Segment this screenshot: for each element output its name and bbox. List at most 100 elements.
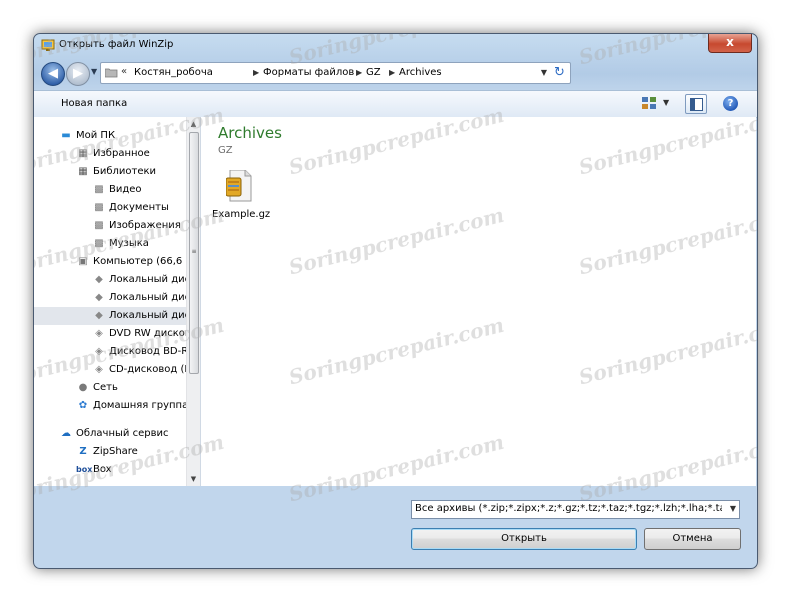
folder-title: Archives — [218, 124, 282, 142]
sidebar-item-label: DVD RW дисков — [109, 328, 191, 339]
star-icon: ▦ — [78, 148, 88, 159]
back-button[interactable]: ◀ — [41, 62, 65, 86]
file-list-area[interactable]: Archives GZ Example.gz — [201, 117, 756, 486]
file-name: Example.gz — [212, 209, 271, 220]
sidebar-item-label: Музыка — [109, 238, 149, 249]
sidebar-item[interactable]: ◈ DVD RW дисков — [34, 325, 191, 343]
sidebar-item[interactable]: ◈ Дисковод BD-R( — [34, 343, 192, 361]
sidebar-item-label: Домашняя группа — [93, 400, 189, 411]
computer-icon: ▬ — [61, 130, 71, 141]
pictures-library-icon: ▩ — [94, 220, 104, 231]
file-type-filter-value: Все архивы (*.zip;*.zipx;*.z;*.gz;*.tz;*… — [415, 503, 722, 514]
breadcrumb-item[interactable]: GZ — [366, 67, 381, 78]
navigation-scrollbar[interactable]: ▲ ≡ ▼ — [186, 117, 200, 486]
sidebar-item[interactable]: ◆ Локальный дис — [34, 307, 191, 325]
local-disk-icon: ◆ — [95, 310, 103, 321]
video-library-icon: ▩ — [94, 184, 104, 195]
computer-drive-icon: ▣ — [78, 256, 88, 267]
sidebar-item[interactable]: box Box — [34, 461, 188, 479]
sidebar-item-label: Облачный сервис — [76, 428, 169, 439]
sidebar-item-label: Локальный дис — [109, 292, 191, 303]
sidebar-item-label: Локальный дис — [109, 310, 191, 321]
folder-location-icon — [105, 68, 118, 78]
sidebar-item-label: Библиотеки — [93, 166, 157, 177]
preview-pane-button[interactable] — [685, 94, 707, 114]
breadcrumb-separator-icon[interactable]: ▶ — [389, 68, 395, 77]
sidebar-item[interactable]: ◆ Локальный дис — [34, 289, 191, 307]
local-disk-icon: ◆ — [95, 292, 103, 303]
open-file-dialog: Открыть файл WinZip x ◀ ▶ ▼ « Костян_роб… — [33, 33, 758, 569]
sidebar-item[interactable]: ▩ Видео — [34, 181, 188, 199]
address-dropdown-icon[interactable]: ▼ — [541, 68, 547, 77]
open-button[interactable]: Открыть — [411, 528, 637, 550]
navigation-bar: ◀ ▶ ▼ « Костян_робоча ▶ Форматы файлов ▶… — [34, 58, 757, 88]
homegroup-icon: ✿ — [78, 400, 88, 411]
filter-dropdown-icon[interactable]: ▼ — [730, 504, 736, 513]
scroll-thumb[interactable]: ≡ — [189, 132, 199, 374]
navigation-pane: ▬ Мой ПК ▦ Избранное ▦ Библиотеки ▩ Видео ▩ Докум… — [34, 117, 201, 486]
sidebar-item[interactable]: ▩ Изображения — [34, 217, 188, 235]
zipshare-icon: Z — [79, 446, 87, 457]
sidebar-item-label: Мой ПК — [76, 130, 116, 141]
library-icon: ▦ — [78, 166, 88, 177]
file-type-filter[interactable]: Все архивы (*.zip;*.zipx;*.z;*.gz;*.tz;*… — [411, 500, 740, 519]
sidebar-item-label: Компьютер (66,6 ГБ — [93, 256, 199, 267]
breadcrumb-item[interactable]: Костян_робоча — [134, 67, 213, 78]
change-view-icon[interactable] — [642, 97, 656, 110]
sidebar-item[interactable]: ✿ Домашняя группа — [34, 397, 188, 415]
dvd-drive-icon: ◈ — [95, 328, 103, 339]
sidebar-item[interactable]: ▩ Музыка — [34, 235, 188, 253]
breadcrumb-separator-icon[interactable]: ▶ — [356, 68, 362, 77]
sidebar-item-label: Сеть — [93, 382, 118, 393]
box-icon: box — [76, 465, 93, 474]
title-bar[interactable]: Открыть файл WinZip x — [34, 34, 757, 58]
sidebar-item-label: CD-дисковод (H — [109, 364, 192, 375]
music-library-icon: ▩ — [94, 238, 104, 249]
folder-subtitle: GZ — [218, 145, 233, 156]
bd-drive-icon: ◈ — [95, 346, 103, 357]
new-folder-button[interactable]: Новая папка — [61, 98, 127, 109]
breadcrumb-overflow-icon[interactable]: « — [121, 66, 127, 77]
sidebar-item[interactable]: ● Сеть — [34, 379, 188, 397]
winzip-app-icon — [41, 39, 55, 51]
refresh-button[interactable]: ↻ — [549, 62, 571, 84]
scroll-grip-icon: ≡ — [191, 248, 197, 255]
sidebar-item-label: Дисковод BD-R( — [109, 346, 193, 357]
address-bar[interactable]: « Костян_робоча ▶ Форматы файлов ▶ GZ ▶ … — [100, 62, 554, 84]
sidebar-item[interactable]: ☁ Облачный сервис — [34, 425, 188, 443]
cloud-icon: ☁ — [61, 428, 71, 439]
sidebar-item-label: Видео — [109, 184, 142, 195]
sidebar-item[interactable]: ▦ Библиотеки — [34, 163, 188, 181]
file-item[interactable]: Example.gz — [212, 166, 271, 228]
sidebar-item[interactable]: ◆ Локальный дис — [34, 271, 191, 289]
breadcrumb-item[interactable]: Форматы файлов — [263, 67, 354, 78]
sidebar-item-label: Box — [93, 464, 112, 475]
window-title: Открыть файл WinZip — [59, 39, 174, 50]
breadcrumb-item-current[interactable]: Archives — [399, 67, 442, 78]
sidebar-item-label: Избранное — [93, 148, 150, 159]
network-icon: ● — [78, 382, 88, 393]
cancel-button[interactable]: Отмена — [644, 528, 741, 550]
sidebar-item[interactable]: ▣ Компьютер (66,6 ГБ — [34, 253, 198, 271]
sidebar-item-label: Изображения — [109, 220, 181, 231]
scroll-up-icon[interactable]: ▲ — [187, 117, 200, 131]
close-button[interactable]: x — [708, 34, 752, 53]
scroll-down-icon[interactable]: ▼ — [187, 472, 200, 486]
help-button[interactable]: ? — [723, 96, 738, 111]
preview-pane-icon — [690, 98, 703, 111]
sidebar-item[interactable]: ▦ Избранное — [34, 145, 188, 163]
breadcrumb-separator-icon[interactable]: ▶ — [253, 68, 259, 77]
sidebar-item-label: ZipShare — [93, 446, 138, 457]
sidebar-item-label: Локальный дис — [109, 274, 191, 285]
recent-locations-dropdown-icon[interactable]: ▼ — [91, 67, 97, 76]
sidebar-item-label: Документы — [109, 202, 169, 213]
forward-button[interactable]: ▶ — [66, 62, 90, 86]
sidebar-item[interactable]: ▬ Мой ПК — [34, 127, 188, 145]
gz-archive-icon — [226, 170, 252, 202]
sidebar-item[interactable]: Z ZipShare — [34, 443, 188, 461]
view-options-dropdown-icon[interactable]: ▼ — [663, 98, 669, 107]
sidebar-item[interactable]: ◈ CD-дисковод (H — [34, 361, 192, 379]
sidebar-item[interactable]: ▩ Документы — [34, 199, 188, 217]
cd-drive-icon: ◈ — [95, 364, 103, 375]
command-toolbar: Новая папка ▼ ? — [34, 90, 757, 118]
